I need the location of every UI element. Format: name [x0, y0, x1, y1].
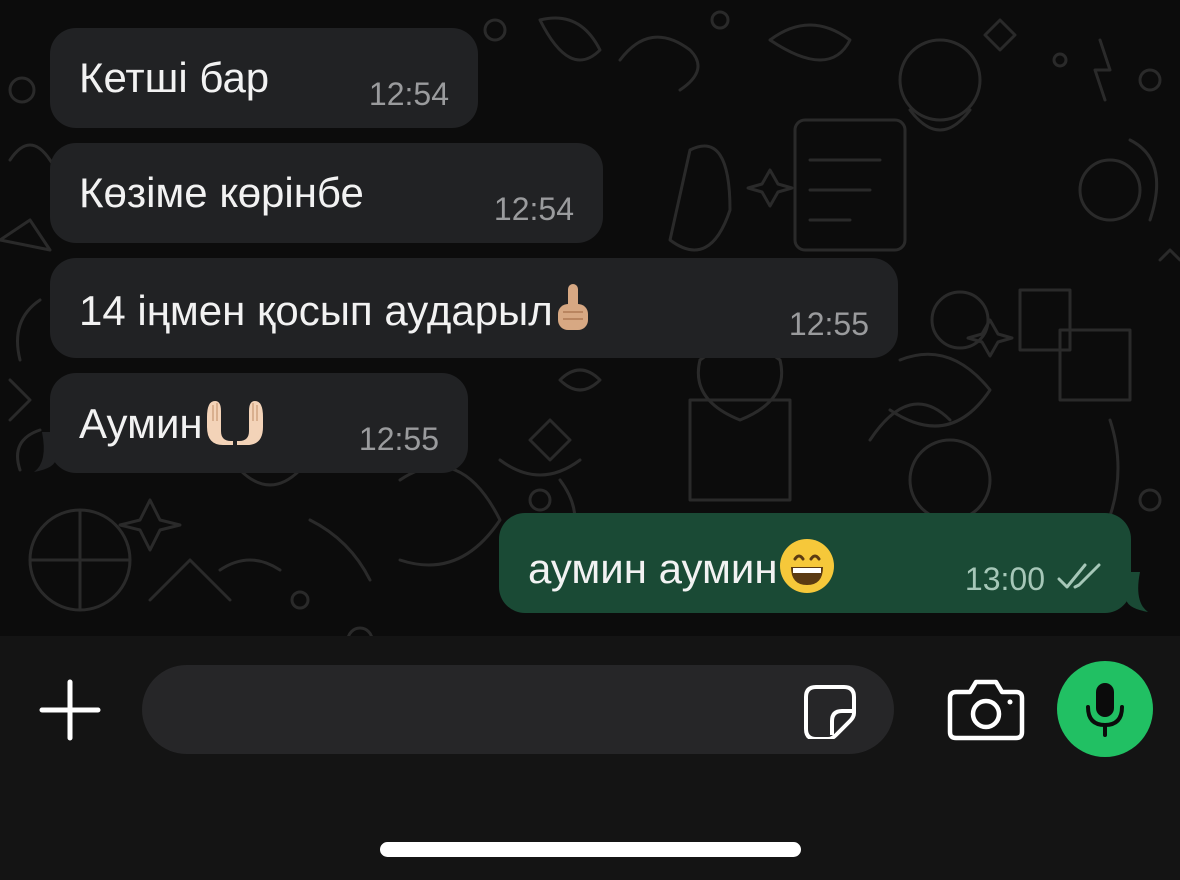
message-text: 14 іңмен қосып аударыл — [79, 282, 593, 346]
microphone-icon — [1086, 683, 1124, 737]
message-text: аумин аумин — [528, 537, 836, 607]
message-list[interactable]: Кетші бар 12:54 Көзіме көрінбе 12:54 14 … — [0, 0, 1180, 636]
message-time: 12:55 — [788, 306, 869, 342]
message-text-body: аумин аумин — [528, 545, 778, 593]
message-time: 12:55 — [358, 421, 439, 457]
message-text-body: Аумин — [79, 400, 203, 448]
bubble-tail — [1126, 572, 1148, 612]
message-time: 12:54 — [493, 191, 574, 227]
message-text: Көзіме көрінбе — [79, 169, 364, 216]
double-check-read-icon — [1057, 563, 1101, 589]
bubble-tail — [34, 432, 56, 472]
message-bubble-outgoing[interactable]: аумин аумин 13:00 — [499, 513, 1131, 613]
camera-icon — [947, 679, 1025, 741]
message-text: Аумин — [79, 397, 267, 457]
sticker-icon — [804, 685, 856, 741]
plus-icon — [39, 679, 101, 741]
message-bubble-incoming[interactable]: Кетші бар 12:54 — [50, 28, 478, 128]
pointing-up-emoji — [553, 282, 593, 346]
message-input-field[interactable] — [142, 665, 894, 754]
message-text-body: 14 іңмен қосып аударыл — [79, 287, 553, 335]
message-bubble-incoming[interactable]: Көзіме көрінбе 12:54 — [50, 143, 603, 243]
voice-message-button[interactable] — [1057, 661, 1153, 757]
message-bubble-incoming[interactable]: Аумин 12:55 — [50, 373, 468, 473]
message-time: 13:00 — [964, 561, 1045, 597]
message-time: 12:54 — [368, 76, 449, 112]
sticker-button[interactable] — [802, 683, 858, 741]
message-input[interactable] — [176, 683, 800, 737]
attach-button[interactable] — [36, 676, 104, 744]
palms-up-emoji — [203, 397, 267, 457]
message-bubble-incoming[interactable]: 14 іңмен қосып аударыл 12:55 — [50, 258, 898, 358]
grinning-face-emoji — [778, 537, 836, 607]
camera-button[interactable] — [946, 676, 1026, 744]
chat-screen: Кетші бар 12:54 Көзіме көрінбе 12:54 14 … — [0, 0, 1180, 880]
home-indicator[interactable] — [380, 842, 801, 857]
message-text: Кетші бар — [79, 54, 270, 101]
composer-bar — [0, 636, 1180, 880]
